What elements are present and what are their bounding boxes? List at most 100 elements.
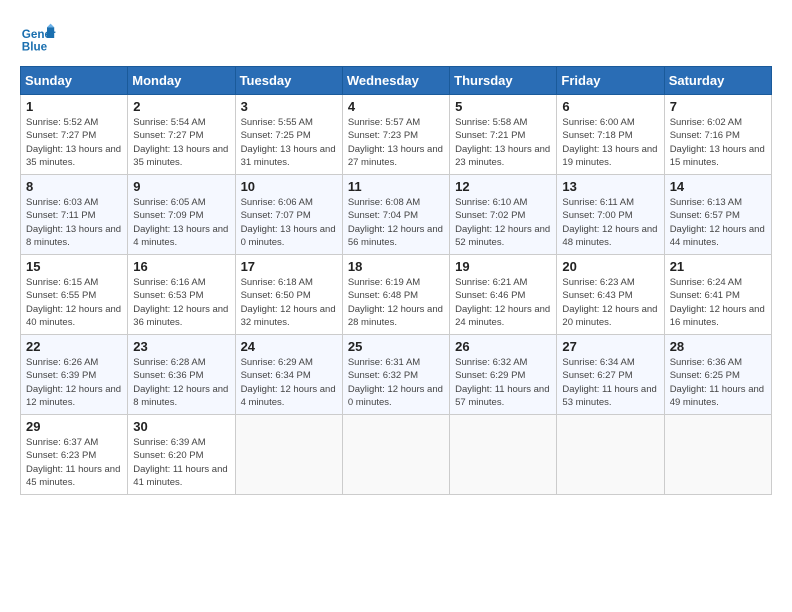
calendar-cell: 20 Sunrise: 6:23 AMSunset: 6:43 PMDayligh… bbox=[557, 255, 664, 335]
day-number: 21 bbox=[670, 259, 766, 274]
day-header-thursday: Thursday bbox=[450, 67, 557, 95]
logo-icon: General Blue bbox=[20, 20, 56, 56]
calendar-cell bbox=[664, 415, 771, 495]
day-number: 8 bbox=[26, 179, 122, 194]
header: General Blue bbox=[20, 20, 772, 56]
day-info: Sunrise: 6:36 AMSunset: 6:25 PMDaylight:… bbox=[670, 356, 766, 409]
calendar-week-row: 15Sunrise: 6:15 AMSunset: 6:55 PMDayligh… bbox=[21, 255, 772, 335]
day-header-saturday: Saturday bbox=[664, 67, 771, 95]
day-number: 14 bbox=[670, 179, 766, 194]
calendar-cell: 17 Sunrise: 6:18 AMSunset: 6:50 PMDayligh… bbox=[235, 255, 342, 335]
day-info: Sunrise: 6:10 AMSunset: 7:02 PMDaylight:… bbox=[455, 196, 551, 249]
calendar-cell bbox=[557, 415, 664, 495]
calendar-cell: 4 Sunrise: 5:57 AMSunset: 7:23 PMDaylight… bbox=[342, 95, 449, 175]
day-info: Sunrise: 6:19 AMSunset: 6:48 PMDaylight:… bbox=[348, 276, 444, 329]
day-number: 4 bbox=[348, 99, 444, 114]
day-info: Sunrise: 6:29 AMSunset: 6:34 PMDaylight:… bbox=[241, 356, 337, 409]
calendar-cell: 29 Sunrise: 6:37 AMSunset: 6:23 PMDayligh… bbox=[21, 415, 128, 495]
day-number: 5 bbox=[455, 99, 551, 114]
day-info: Sunrise: 5:55 AMSunset: 7:25 PMDaylight:… bbox=[241, 116, 337, 169]
day-info: Sunrise: 6:21 AMSunset: 6:46 PMDaylight:… bbox=[455, 276, 551, 329]
day-info: Sunrise: 5:52 AMSunset: 7:27 PMDaylight:… bbox=[26, 116, 122, 169]
calendar-cell: 18 Sunrise: 6:19 AMSunset: 6:48 PMDayligh… bbox=[342, 255, 449, 335]
calendar-week-row: 8 Sunrise: 6:03 AMSunset: 7:11 PMDaylight… bbox=[21, 175, 772, 255]
calendar-cell bbox=[450, 415, 557, 495]
day-info: Sunrise: 6:23 AMSunset: 6:43 PMDaylight:… bbox=[562, 276, 658, 329]
day-number: 22 bbox=[26, 339, 122, 354]
calendar-cell: 28 Sunrise: 6:36 AMSunset: 6:25 PMDayligh… bbox=[664, 335, 771, 415]
calendar-cell: 5 Sunrise: 5:58 AMSunset: 7:21 PMDaylight… bbox=[450, 95, 557, 175]
calendar-cell: 16 Sunrise: 6:16 AMSunset: 6:53 PMDayligh… bbox=[128, 255, 235, 335]
day-info: Sunrise: 5:54 AMSunset: 7:27 PMDaylight:… bbox=[133, 116, 229, 169]
day-header-sunday: Sunday bbox=[21, 67, 128, 95]
calendar-cell: 6 Sunrise: 6:00 AMSunset: 7:18 PMDaylight… bbox=[557, 95, 664, 175]
day-number: 2 bbox=[133, 99, 229, 114]
calendar-cell: 30 Sunrise: 6:39 AMSunset: 6:20 PMDayligh… bbox=[128, 415, 235, 495]
day-info: Sunrise: 6:31 AMSunset: 6:32 PMDaylight:… bbox=[348, 356, 444, 409]
day-number: 29 bbox=[26, 419, 122, 434]
day-info: Sunrise: 6:28 AMSunset: 6:36 PMDaylight:… bbox=[133, 356, 229, 409]
day-number: 18 bbox=[348, 259, 444, 274]
day-header-tuesday: Tuesday bbox=[235, 67, 342, 95]
day-number: 6 bbox=[562, 99, 658, 114]
day-info: Sunrise: 6:08 AMSunset: 7:04 PMDaylight:… bbox=[348, 196, 444, 249]
day-number: 20 bbox=[562, 259, 658, 274]
day-info: Sunrise: 6:37 AMSunset: 6:23 PMDaylight:… bbox=[26, 436, 122, 489]
day-number: 28 bbox=[670, 339, 766, 354]
calendar-cell bbox=[342, 415, 449, 495]
calendar-body: 1Sunrise: 5:52 AMSunset: 7:27 PMDaylight… bbox=[21, 95, 772, 495]
calendar-cell: 7Sunrise: 6:02 AMSunset: 7:16 PMDaylight… bbox=[664, 95, 771, 175]
calendar-cell: 15Sunrise: 6:15 AMSunset: 6:55 PMDayligh… bbox=[21, 255, 128, 335]
day-number: 25 bbox=[348, 339, 444, 354]
day-number: 12 bbox=[455, 179, 551, 194]
day-info: Sunrise: 6:13 AMSunset: 6:57 PMDaylight:… bbox=[670, 196, 766, 249]
calendar-cell: 22 Sunrise: 6:26 AMSunset: 6:39 PMDayligh… bbox=[21, 335, 128, 415]
day-number: 27 bbox=[562, 339, 658, 354]
day-number: 11 bbox=[348, 179, 444, 194]
day-number: 23 bbox=[133, 339, 229, 354]
day-info: Sunrise: 6:26 AMSunset: 6:39 PMDaylight:… bbox=[26, 356, 122, 409]
day-info: Sunrise: 6:02 AMSunset: 7:16 PMDaylight:… bbox=[670, 116, 766, 169]
day-header-monday: Monday bbox=[128, 67, 235, 95]
day-info: Sunrise: 6:16 AMSunset: 6:53 PMDaylight:… bbox=[133, 276, 229, 329]
calendar-cell: 8 Sunrise: 6:03 AMSunset: 7:11 PMDaylight… bbox=[21, 175, 128, 255]
calendar-cell: 2 Sunrise: 5:54 AMSunset: 7:27 PMDaylight… bbox=[128, 95, 235, 175]
day-number: 16 bbox=[133, 259, 229, 274]
day-info: Sunrise: 6:00 AMSunset: 7:18 PMDaylight:… bbox=[562, 116, 658, 169]
day-number: 26 bbox=[455, 339, 551, 354]
day-info: Sunrise: 6:18 AMSunset: 6:50 PMDaylight:… bbox=[241, 276, 337, 329]
calendar-week-row: 1Sunrise: 5:52 AMSunset: 7:27 PMDaylight… bbox=[21, 95, 772, 175]
day-header-wednesday: Wednesday bbox=[342, 67, 449, 95]
day-number: 3 bbox=[241, 99, 337, 114]
day-header-friday: Friday bbox=[557, 67, 664, 95]
logo: General Blue bbox=[20, 20, 56, 56]
calendar-cell: 19 Sunrise: 6:21 AMSunset: 6:46 PMDayligh… bbox=[450, 255, 557, 335]
calendar-cell: 21 Sunrise: 6:24 AMSunset: 6:41 PMDayligh… bbox=[664, 255, 771, 335]
day-number: 10 bbox=[241, 179, 337, 194]
day-info: Sunrise: 6:24 AMSunset: 6:41 PMDaylight:… bbox=[670, 276, 766, 329]
day-info: Sunrise: 5:57 AMSunset: 7:23 PMDaylight:… bbox=[348, 116, 444, 169]
day-number: 19 bbox=[455, 259, 551, 274]
day-number: 15 bbox=[26, 259, 122, 274]
calendar-week-row: 29 Sunrise: 6:37 AMSunset: 6:23 PMDayligh… bbox=[21, 415, 772, 495]
calendar-cell: 25 Sunrise: 6:31 AMSunset: 6:32 PMDayligh… bbox=[342, 335, 449, 415]
calendar-table: SundayMondayTuesdayWednesdayThursdayFrid… bbox=[20, 66, 772, 495]
calendar-cell: 23 Sunrise: 6:28 AMSunset: 6:36 PMDayligh… bbox=[128, 335, 235, 415]
day-info: Sunrise: 6:05 AMSunset: 7:09 PMDaylight:… bbox=[133, 196, 229, 249]
day-info: Sunrise: 6:32 AMSunset: 6:29 PMDaylight:… bbox=[455, 356, 551, 409]
day-info: Sunrise: 6:03 AMSunset: 7:11 PMDaylight:… bbox=[26, 196, 122, 249]
day-number: 24 bbox=[241, 339, 337, 354]
day-info: Sunrise: 5:58 AMSunset: 7:21 PMDaylight:… bbox=[455, 116, 551, 169]
svg-text:Blue: Blue bbox=[22, 41, 48, 54]
day-number: 17 bbox=[241, 259, 337, 274]
calendar-cell: 13Sunrise: 6:11 AMSunset: 7:00 PMDayligh… bbox=[557, 175, 664, 255]
calendar-cell: 14 Sunrise: 6:13 AMSunset: 6:57 PMDayligh… bbox=[664, 175, 771, 255]
calendar-cell: 3 Sunrise: 5:55 AMSunset: 7:25 PMDaylight… bbox=[235, 95, 342, 175]
day-number: 30 bbox=[133, 419, 229, 434]
calendar-cell: 10Sunrise: 6:06 AMSunset: 7:07 PMDayligh… bbox=[235, 175, 342, 255]
calendar-cell: 9Sunrise: 6:05 AMSunset: 7:09 PMDaylight… bbox=[128, 175, 235, 255]
day-info: Sunrise: 6:11 AMSunset: 7:00 PMDaylight:… bbox=[562, 196, 658, 249]
calendar-cell: 12 Sunrise: 6:10 AMSunset: 7:02 PMDayligh… bbox=[450, 175, 557, 255]
day-info: Sunrise: 6:39 AMSunset: 6:20 PMDaylight:… bbox=[133, 436, 229, 489]
calendar-cell: 26 Sunrise: 6:32 AMSunset: 6:29 PMDayligh… bbox=[450, 335, 557, 415]
